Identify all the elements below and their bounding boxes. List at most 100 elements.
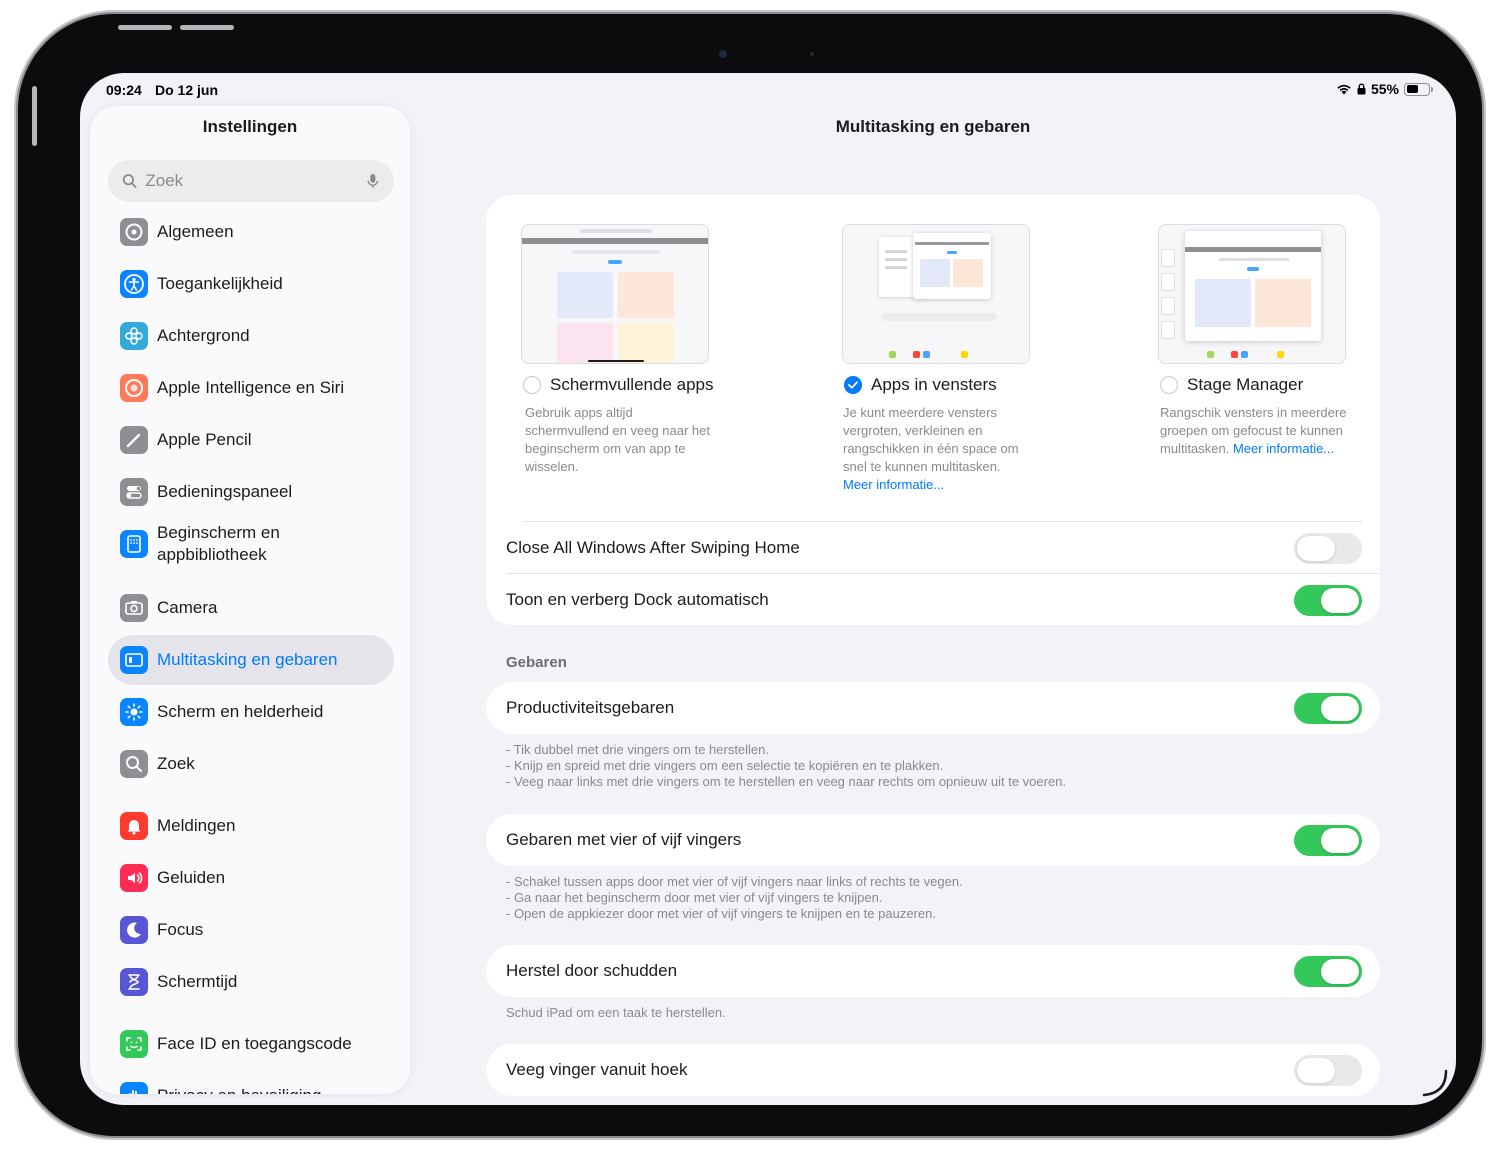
gear-icon	[120, 218, 148, 246]
sidebar-item-label: Achtergrond	[157, 326, 250, 345]
sidebar-item-geluiden[interactable]: Geluiden	[108, 853, 394, 903]
status-date: Do 12 jun	[155, 82, 219, 98]
pencil-icon	[120, 426, 148, 454]
four-five-finger-toggle[interactable]	[1294, 824, 1362, 856]
sidebar: Instellingen Algemeen Toegankelijkheid Ach…	[90, 106, 410, 1094]
sidebar-item-label: Toegankelijkheid	[157, 274, 283, 293]
windowed-apps-preview[interactable]	[842, 224, 1030, 364]
sidebar-item-label: Apple Pencil	[157, 430, 252, 449]
fullscreen-apps-preview[interactable]	[521, 224, 709, 364]
sidebar-item-label: Focus	[157, 920, 204, 939]
wifi-icon	[1337, 84, 1351, 95]
front-camera	[719, 50, 727, 58]
close-all-windows-toggle[interactable]	[1294, 532, 1362, 564]
mode-windowed-apps[interactable]: Apps in vensters	[844, 375, 997, 395]
sidebar-item-apple-pencil[interactable]: Apple Pencil	[108, 415, 394, 465]
sidebar-item-label: Scherm en helderheid	[157, 702, 324, 721]
sidebar-item-schermtijd[interactable]: Schermtijd	[108, 957, 394, 1007]
four-five-finger-card: Gebaren met vier of vijf vingers	[486, 814, 1380, 866]
search-icon	[122, 174, 137, 188]
flower-icon	[120, 322, 148, 350]
dock-auto-toggle[interactable]	[1294, 584, 1362, 616]
multitasking-icon	[120, 646, 148, 674]
sidebar-item-label: Beginscherm en appbibliotheek	[157, 523, 280, 564]
speaker-icon	[120, 864, 148, 892]
dock-auto-row: Toon en verberg Dock automatisch	[486, 574, 1380, 625]
sidebar-item-scherm-en-helderheid[interactable]: Scherm en helderheid	[108, 687, 394, 737]
shake-undo-toggle[interactable]	[1294, 955, 1362, 987]
search-icon	[120, 750, 148, 778]
battery-icon	[1404, 82, 1433, 96]
sidebar-item-label: Camera	[157, 598, 218, 617]
home-screen-icon	[120, 530, 148, 558]
sidebar-title: Instellingen	[202, 117, 298, 136]
shake-undo-row: Herstel door schudden	[486, 945, 1380, 997]
search-input[interactable]	[145, 171, 367, 191]
sidebar-item-achtergrond[interactable]: Achtergrond	[108, 311, 394, 361]
toggles-icon	[120, 478, 148, 506]
productivity-card: Productiviteitsgebaren	[486, 682, 1380, 734]
four-five-finger-row: Gebaren met vier of vijf vingers	[486, 814, 1380, 866]
sidebar-item-focus[interactable]: Focus	[108, 905, 394, 955]
mode-label: Apps in vensters	[871, 375, 997, 394]
more-info-link[interactable]: Meer informatie...	[1233, 441, 1334, 456]
section-header-gestures: Gebaren	[506, 654, 567, 671]
sidebar-item-label: Multitasking en gebaren	[157, 650, 338, 669]
productivity-toggle[interactable]	[1294, 692, 1362, 724]
hand-icon	[120, 1082, 148, 1094]
camera-sensor	[810, 52, 814, 56]
more-info-link[interactable]: Meer informatie...	[843, 477, 944, 492]
status-bar: 09:24 Do 12 jun 55%	[80, 73, 1456, 105]
sun-icon	[120, 698, 148, 726]
hourglass-icon	[120, 968, 148, 996]
volume-button	[180, 25, 234, 30]
sidebar-item-face-id-en-toegangscode[interactable]: Face ID en toegangscode	[108, 1019, 394, 1069]
screen: 09:24 Do 12 jun 55% Instellingen Zoek Al…	[80, 73, 1456, 1105]
bell-icon	[120, 812, 148, 840]
sidebar-item-label: Algemeen	[157, 222, 234, 241]
corner-swipe-row: Veeg vinger vanuit hoek	[486, 1044, 1380, 1096]
sidebar-item-bedieningspaneel[interactable]: Bedieningspaneel	[108, 467, 394, 517]
multitasking-mode-card: Schermvullende apps Apps in vensters Sta…	[486, 195, 1380, 625]
sidebar-item-label: Bedieningspaneel	[157, 482, 293, 501]
moon-icon	[120, 916, 148, 944]
lock-rotation-icon	[1357, 83, 1366, 95]
stage-manager-preview[interactable]	[1158, 224, 1346, 364]
productivity-notes: - Tik dubbel met drie vingers om te hers…	[506, 742, 1067, 789]
four-five-finger-notes: - Schakel tussen apps door met vier of v…	[506, 874, 963, 921]
mode-description: Gebruik apps altijd schermvullend en vee…	[525, 405, 711, 474]
sidebar-item-toegankelijkheid[interactable]: Toegankelijkheid	[108, 259, 394, 309]
checkmark-icon	[848, 381, 858, 389]
corner-swipe-toggle[interactable]	[1294, 1054, 1362, 1086]
sidebar-item-meldingen[interactable]: Meldingen	[108, 801, 394, 851]
mode-fullscreen-apps[interactable]: Schermvullende apps	[523, 375, 713, 395]
mode-stage-manager[interactable]: Stage Manager	[1160, 375, 1303, 395]
siri-icon	[120, 374, 148, 402]
sidebar-item-privacy-en-beveiliging[interactable]: Privacy en beveiliging	[108, 1071, 394, 1094]
status-time: 09:24	[106, 82, 142, 98]
corner-indicator-icon	[1422, 1069, 1448, 1097]
sidebar-item-label: Apple Intelligence en Siri	[157, 378, 345, 397]
camera-icon	[120, 594, 148, 622]
sidebar-item-zoek[interactable]: Zoek	[108, 739, 394, 789]
page-title: Multitasking en gebaren	[835, 117, 1031, 136]
productivity-row: Productiviteitsgebaren	[486, 682, 1380, 734]
top-button	[32, 86, 37, 146]
battery-percent: 55%	[1370, 81, 1399, 97]
close-all-windows-row: Close All Windows After Swiping Home	[486, 522, 1380, 574]
microphone-icon[interactable]	[366, 172, 380, 190]
radio-checked-icon[interactable]	[844, 376, 862, 394]
search-bar[interactable]	[108, 160, 394, 202]
sidebar-item-label: Zoek	[157, 754, 195, 773]
shake-undo-card: Herstel door schudden	[486, 945, 1380, 997]
sidebar-item-apple-intelligence-en-siri[interactable]: Apple Intelligence en Siri	[108, 363, 394, 413]
sidebar-item-camera[interactable]: Camera	[108, 583, 394, 633]
sidebar-item-algemeen[interactable]: Algemeen	[108, 207, 394, 257]
sidebar-item-label: Geluiden	[157, 868, 226, 887]
radio-unchecked-icon[interactable]	[523, 376, 541, 394]
sidebar-item-multitasking-en-gebaren[interactable]: Multitasking en gebaren	[108, 635, 394, 685]
sidebar-item-beginscherm-en-appbibliotheek[interactable]: Beginscherm en appbibliotheek	[108, 514, 394, 574]
radio-unchecked-icon[interactable]	[1160, 376, 1178, 394]
mode-description: Je kunt meerdere vensters vergroten, ver…	[843, 405, 1019, 492]
sidebar-item-label: Meldingen	[157, 816, 236, 835]
